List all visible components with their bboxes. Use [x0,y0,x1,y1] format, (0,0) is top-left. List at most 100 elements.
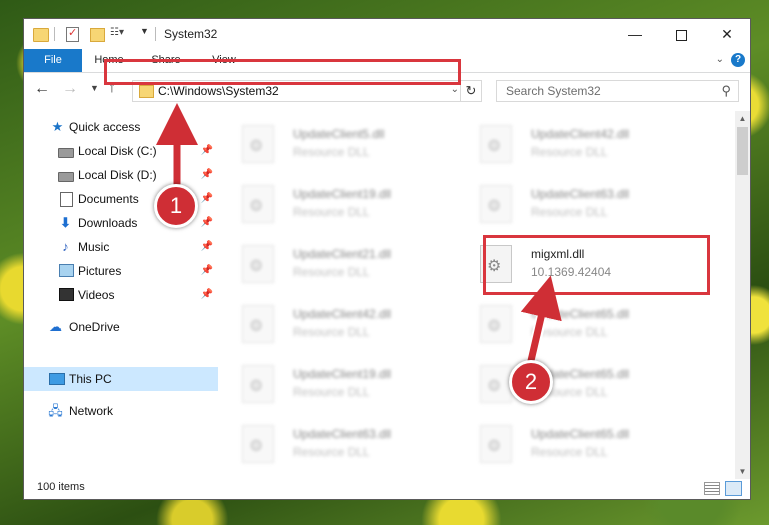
dll-file-icon: ⚙ [242,365,274,403]
cloud-icon: ☁ [49,319,62,334]
file-description: Resource DLL [531,145,608,159]
scroll-up-icon[interactable]: ▲ [735,111,750,126]
sidebar-item-videos[interactable]: Videos 📌 [24,283,218,307]
folder-icon [139,85,154,98]
file-name: UpdateClient5.dll [293,127,385,141]
videos-icon [59,288,74,301]
file-description: Resource DLL [293,385,370,399]
sidebar-item-label: Music [78,240,110,254]
file-item[interactable]: ⚙ UpdateClient21.dll Resource DLL [222,241,452,291]
sidebar-item-label: Documents [78,192,139,206]
file-item[interactable]: ⚙ UpdateClient42.dll Resource DLL [460,121,690,171]
address-highlight-box [104,59,461,85]
sidebar-item-label: Local Disk (D:) [78,168,157,182]
dll-file-icon: ⚙ [242,185,274,223]
search-input[interactable]: Search System32 ⚲ [496,80,739,102]
properties-icon[interactable] [66,26,79,42]
customize-toolbar-icon[interactable]: ▼ [140,26,149,42]
dll-file-icon: ⚙ [480,305,512,343]
file-item[interactable]: ⚙ UpdateClient5.dll Resource DLL [222,121,452,171]
file-name: UpdateClient65.dll [531,307,630,321]
sidebar-item-label: Quick access [69,120,141,134]
view-options-icon[interactable]: ☷▾ [110,27,126,39]
pin-icon[interactable]: 📌 [201,169,213,180]
minimize-button[interactable]: — [612,19,658,49]
file-description: Resource DLL [293,205,370,219]
file-item[interactable]: ⚙ UpdateClient63.dll Resource DLL [460,181,690,231]
disk-icon [58,172,74,182]
sidebar-item-label: Pictures [78,264,122,278]
music-icon: ♪ [62,239,69,254]
details-view-icon[interactable] [704,482,720,495]
window-title: System32 [164,27,218,41]
file-item[interactable]: ⚙ UpdateClient63.dll Resource DLL [222,421,452,471]
dll-file-icon: ⚙ [480,365,512,403]
file-item[interactable]: ⚙ UpdateClient19.dll Resource DLL [222,361,452,411]
file-item[interactable]: ⚙ UpdateClient65.dll Resource DLL [460,301,690,351]
sidebar-item-music[interactable]: ♪ Music 📌 [24,235,218,259]
file-item[interactable]: ⚙ UpdateClient65.dll Resource DLL [460,421,690,471]
network-icon: 🖧 [48,403,63,418]
pin-icon[interactable]: 📌 [201,193,213,204]
file-item[interactable]: ⚙ UpdateClient65.dll Resource DLL [460,361,690,411]
new-folder-icon[interactable] [90,28,105,42]
vertical-scrollbar[interactable]: ▲ ▼ [735,111,750,479]
download-icon: ⬇ [60,215,71,230]
search-placeholder: Search System32 [506,84,601,98]
navigation-pane: ★ Quick access Local Disk (C:) 📌 Local D… [24,111,218,479]
file-description: Resource DLL [531,445,608,459]
file-description: Resource DLL [293,445,370,459]
sidebar-item-local-disk-c[interactable]: Local Disk (C:) 📌 [24,139,218,163]
sidebar-item-this-pc[interactable]: This PC [24,367,218,391]
title-bar: ☷▾ ▼ System32 — ✕ [24,19,750,49]
pin-icon[interactable]: 📌 [201,265,213,276]
search-icon[interactable]: ⚲ [721,83,731,99]
scrollbar-thumb[interactable] [737,127,748,175]
file-list: ⚙ UpdateClient5.dll Resource DLL ⚙ Updat… [222,111,734,479]
sidebar-item-pictures[interactable]: Pictures 📌 [24,259,218,283]
sidebar-item-local-disk-d[interactable]: Local Disk (D:) 📌 [24,163,218,187]
pin-icon[interactable]: 📌 [201,241,213,252]
help-button[interactable]: ? [731,53,745,67]
pin-icon[interactable]: 📌 [201,145,213,156]
forward-arrow-icon[interactable]: → [62,80,78,98]
sidebar-item-onedrive[interactable]: ☁ OneDrive [24,315,218,339]
file-description: Resource DLL [293,145,370,159]
back-arrow-icon[interactable]: ← [34,80,50,98]
sidebar-item-label: Local Disk (C:) [78,144,157,158]
star-icon: ★ [51,119,64,134]
status-bar: 100 items [24,477,750,499]
sidebar-item-label: OneDrive [69,320,120,334]
maximize-button[interactable] [658,19,704,49]
pin-icon[interactable]: 📌 [201,289,213,300]
file-description: Resource DLL [293,325,370,339]
dll-file-icon: ⚙ [242,305,274,343]
file-name: UpdateClient19.dll [293,187,392,201]
file-description: Resource DLL [531,205,608,219]
step-1-callout: 1 [154,184,198,228]
file-name: UpdateClient42.dll [293,307,392,321]
sidebar-item-network[interactable]: 🖧 Network [24,399,218,423]
tab-file[interactable]: File [24,49,82,72]
address-path[interactable]: C:\Windows\System32 [158,84,279,98]
file-item[interactable]: ⚙ UpdateClient19.dll Resource DLL [222,181,452,231]
chevron-down-icon[interactable]: ⌄ [451,84,459,95]
file-name: UpdateClient63.dll [531,187,630,201]
large-icons-view-icon[interactable] [725,481,742,496]
dll-file-icon: ⚙ [480,425,512,463]
file-item[interactable]: ⚙ UpdateClient42.dll Resource DLL [222,301,452,351]
sidebar-item-quick-access[interactable]: ★ Quick access [24,115,218,139]
pc-icon [49,373,65,385]
folder-icon [33,28,49,42]
file-explorer-window: ☷▾ ▼ System32 — ✕ File Home Share View ⌄… [23,18,751,500]
pictures-icon [59,264,74,277]
close-button[interactable]: ✕ [704,19,750,49]
file-name: UpdateClient19.dll [293,367,392,381]
file-name: UpdateClient65.dll [531,427,630,441]
recent-locations-icon[interactable]: ▼ [90,83,99,93]
refresh-icon[interactable]: ↻ [460,81,481,101]
file-name: UpdateClient21.dll [293,247,392,261]
expand-ribbon-icon[interactable]: ⌄ [716,54,724,65]
pin-icon[interactable]: 📌 [201,217,213,228]
file-name: UpdateClient63.dll [293,427,392,441]
